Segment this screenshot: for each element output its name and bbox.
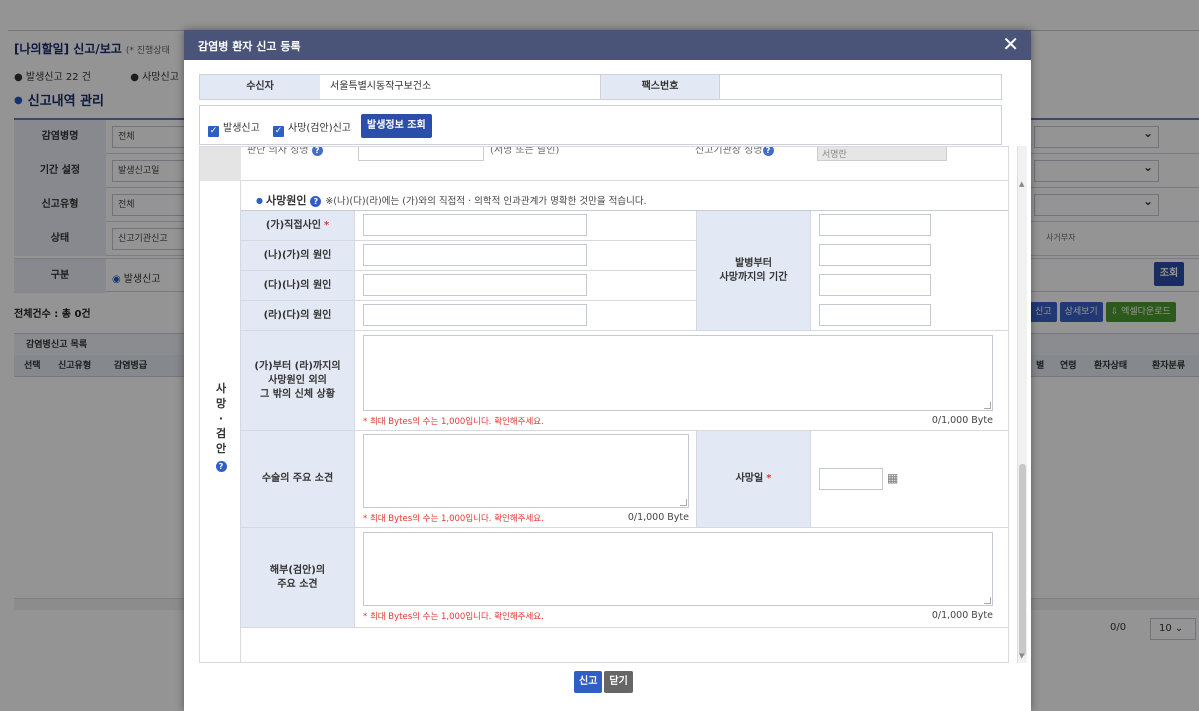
calendar-icon[interactable]: ▦ bbox=[887, 471, 898, 485]
cause-label-c: (다)(나)의 원인 bbox=[241, 271, 355, 301]
signature-note: (서명 또는 날인) bbox=[490, 146, 560, 156]
period-label-line2: 사망까지의 기간 bbox=[719, 271, 788, 283]
signature-row: 판단 의사 성명 ? (서명 또는 날인) 신고기관장 성명? 서명란 bbox=[200, 146, 1008, 181]
death-date-cell: ▦ bbox=[811, 431, 1008, 528]
death-date-label: 사망일 * bbox=[697, 431, 811, 528]
autopsy-finding-label: 해부(검안)의 주요 소견 bbox=[241, 528, 355, 628]
death-cause-note: ※(나)(다)(라)에는 (가)와의 직접적 · 의학적 인과관계가 명확한 것… bbox=[325, 196, 647, 207]
surgery-finding-textarea[interactable] bbox=[363, 434, 689, 508]
side-char: 안 bbox=[215, 442, 227, 455]
receiver-value: 서울특별시동작구보건소 bbox=[330, 81, 432, 92]
occur-lookup-button[interactable]: 발생정보 조회 bbox=[361, 114, 432, 138]
cause-label-b: (나)(가)의 원인 bbox=[241, 241, 355, 271]
info-icon[interactable]: ? bbox=[762, 147, 774, 156]
side-char: 사 bbox=[215, 382, 227, 395]
info-icon[interactable]: ? bbox=[310, 196, 322, 207]
autopsy-finding-textarea[interactable] bbox=[363, 532, 993, 606]
scroll-down-icon[interactable]: ▼ bbox=[1019, 652, 1024, 660]
byte-counter: 0/1,000 Byte bbox=[931, 610, 993, 621]
modal-form-scroll-area[interactable]: 판단 의사 성명 ? (서명 또는 날인) 신고기관장 성명? 서명란 사 망 … bbox=[199, 146, 1009, 663]
modal-vertical-scrollbar[interactable]: ▲ ▼ bbox=[1017, 146, 1027, 663]
cause-cell-a bbox=[355, 211, 697, 241]
fax-label: 팩스번호 bbox=[600, 75, 720, 99]
other-condition-line3: 그 밖의 신체 상황 bbox=[260, 388, 335, 400]
death-cause-table: (가)직접사인 * (나)(가)의 원인 (다)(나)의 원인 (라)(다)의 원… bbox=[241, 210, 1008, 662]
side-char: · bbox=[218, 412, 224, 425]
cause-input-d[interactable] bbox=[363, 304, 587, 326]
death-cause-title-text: 사망원인 bbox=[265, 194, 307, 207]
byte-limit-hint: * 최대 Bytes의 수는 1,000입니다. 확인해주세요. bbox=[363, 612, 544, 622]
modal-header: 감염병 환자 신고 등록 ✕ bbox=[184, 30, 1031, 60]
info-icon[interactable]: ? bbox=[311, 147, 323, 156]
byte-counter: 0/1,000 Byte bbox=[931, 415, 993, 426]
close-button[interactable]: 닫기 bbox=[604, 671, 633, 693]
other-condition-textarea[interactable] bbox=[363, 335, 993, 411]
cause-input-a[interactable] bbox=[363, 214, 587, 236]
autopsy-label-line1: 해부(검안)의 bbox=[269, 564, 326, 576]
byte-limit-hint: * 최대 Bytes의 수는 1,000입니다. 확인해주세요. bbox=[363, 514, 544, 524]
other-condition-cell: * 최대 Bytes의 수는 1,000입니다. 확인해주세요. 0/1,000… bbox=[355, 331, 1008, 431]
doctor-name-input[interactable] bbox=[358, 147, 484, 161]
bullet-icon: ● bbox=[256, 196, 263, 205]
side-char: 망 bbox=[215, 397, 227, 410]
side-label-text: 사 망 · 검 안 ? bbox=[214, 381, 228, 473]
death-date-label-text: 사망일 bbox=[735, 473, 764, 484]
cause-cell-c bbox=[355, 271, 697, 301]
scroll-up-icon[interactable]: ▲ bbox=[1019, 180, 1024, 188]
fax-value bbox=[730, 75, 1000, 99]
doctor-name-label: 판단 의사 성명 ? bbox=[247, 146, 323, 156]
required-mark: * bbox=[323, 219, 330, 231]
doctor-name-label-text: 판단 의사 성명 bbox=[247, 146, 309, 156]
agency-head-label-text: 신고기관장 성명 bbox=[695, 146, 763, 156]
modal-title: 감염병 환자 신고 등록 bbox=[198, 40, 301, 53]
occur-report-checkbox[interactable]: 발생신고 bbox=[208, 119, 260, 137]
period-input-b[interactable] bbox=[819, 244, 931, 266]
report-type-options: 발생신고 사망(검안)신고 발생정보 조회 bbox=[199, 105, 1002, 145]
autopsy-finding-cell: * 최대 Bytes의 수는 1,000입니다. 확인해주세요. 0/1,000… bbox=[355, 528, 1008, 628]
cause-label-a-text: (가)직접사인 bbox=[265, 219, 321, 231]
cause-input-c[interactable] bbox=[363, 274, 587, 296]
period-label: 발병부터 사망까지의 기간 bbox=[697, 211, 811, 331]
death-cause-title: ● 사망원인 ? ※(나)(다)(라)에는 (가)와의 직접적 · 의학적 인과관계… bbox=[256, 192, 647, 208]
period-label-line1: 발병부터 bbox=[735, 257, 772, 269]
agency-head-input: 서명란 bbox=[817, 147, 947, 161]
period-input-d[interactable] bbox=[819, 304, 931, 326]
cause-cell-d bbox=[355, 301, 697, 331]
signature-row-gray bbox=[200, 147, 241, 181]
scrollbar-thumb[interactable] bbox=[1019, 464, 1026, 656]
surgery-finding-cell: * 최대 Bytes의 수는 1,000입니다. 확인해주세요. 0/1,000… bbox=[355, 431, 697, 528]
death-date-input[interactable] bbox=[819, 468, 883, 490]
cause-input-b[interactable] bbox=[363, 244, 587, 266]
death-report-checkbox[interactable]: 사망(검안)신고 bbox=[273, 119, 351, 137]
cause-label-d: (라)(다)의 원인 bbox=[241, 301, 355, 331]
receiver-label: 수신자 bbox=[200, 75, 320, 99]
submit-report-button[interactable]: 신고 bbox=[574, 671, 603, 693]
other-condition-line2: 사망원인 외의 bbox=[268, 374, 327, 386]
report-modal: 감염병 환자 신고 등록 ✕ 수신자 서울특별시동작구보건소 팩스번호 발생신고… bbox=[184, 30, 1031, 711]
other-condition-line1: (가)부터 (라)까지의 bbox=[254, 360, 341, 372]
period-cell bbox=[811, 211, 1008, 331]
receiver-row: 수신자 서울특별시동작구보건소 팩스번호 bbox=[199, 74, 1002, 100]
agency-head-label: 신고기관장 성명? bbox=[695, 146, 774, 156]
screen: [나의할일] 신고/보고(* 진행상태 ● 발생신고 22 건 ● 사망신고 신… bbox=[0, 0, 1199, 711]
autopsy-label-line2: 주요 소견 bbox=[277, 578, 318, 590]
close-icon[interactable]: ✕ bbox=[1002, 33, 1019, 55]
modal-footer: 신고 닫기 bbox=[574, 671, 635, 693]
death-autopsy-side-label: 사 망 · 검 안 ? bbox=[200, 181, 241, 662]
required-mark: * bbox=[766, 473, 772, 484]
cause-cell-b bbox=[355, 241, 697, 271]
byte-counter: 0/1,000 Byte bbox=[627, 512, 689, 523]
byte-limit-hint: * 최대 Bytes의 수는 1,000입니다. 확인해주세요. bbox=[363, 417, 544, 427]
surgery-finding-label: 수술의 주요 소견 bbox=[241, 431, 355, 528]
cause-label-a: (가)직접사인 * bbox=[241, 211, 355, 241]
info-icon[interactable]: ? bbox=[215, 461, 227, 472]
period-input-a[interactable] bbox=[819, 214, 931, 236]
period-input-c[interactable] bbox=[819, 274, 931, 296]
other-condition-label: (가)부터 (라)까지의 사망원인 외의 그 밖의 신체 상황 bbox=[241, 331, 355, 431]
side-char: 검 bbox=[215, 427, 227, 440]
